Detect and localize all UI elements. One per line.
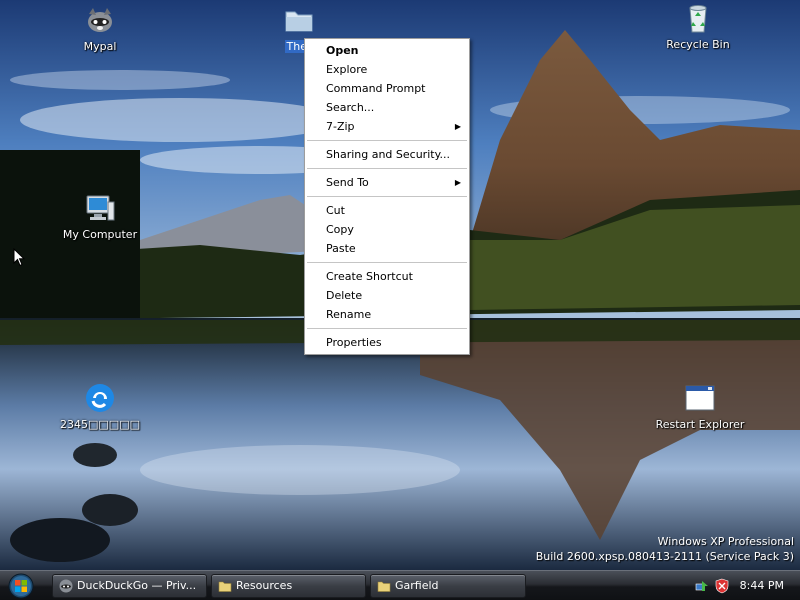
desktop-icon-mypal[interactable]: Mypal bbox=[50, 4, 150, 53]
taskbar-button-label: Resources bbox=[236, 579, 293, 592]
watermark-build: Build 2600.xpsp.080413-2111 (Service Pac… bbox=[535, 550, 794, 563]
taskbar-button-label: DuckDuckGo — Priv... bbox=[77, 579, 197, 592]
menu-separator bbox=[307, 328, 467, 329]
menu-item-command-prompt[interactable]: Command Prompt bbox=[305, 79, 469, 98]
desktop-icon-my-computer[interactable]: My Computer bbox=[50, 192, 150, 241]
ie-browser-icon bbox=[86, 384, 114, 412]
security-shield-icon[interactable] bbox=[714, 578, 730, 594]
menu-item-7zip[interactable]: 7-Zip ▶ bbox=[305, 117, 469, 136]
taskbar-button-garfield[interactable]: Garfield bbox=[370, 574, 526, 598]
menu-item-send-to[interactable]: Send To ▶ bbox=[305, 173, 469, 192]
network-tray-icon[interactable] bbox=[694, 578, 710, 594]
taskbar: DuckDuckGo — Priv... Resources Garfield … bbox=[0, 570, 800, 600]
desktop-icon-recycle-bin[interactable]: Recycle Bin bbox=[648, 2, 748, 51]
desktop-icon-label: Restart Explorer bbox=[655, 418, 745, 431]
menu-item-paste[interactable]: Paste bbox=[305, 239, 469, 258]
menu-separator bbox=[307, 140, 467, 141]
menu-item-delete[interactable]: Delete bbox=[305, 286, 469, 305]
desktop-icon-label: Mypal bbox=[83, 40, 117, 53]
desktop-icon-label: My Computer bbox=[62, 228, 138, 241]
raccoon-app-icon bbox=[88, 8, 112, 32]
desktop-icon-label: Recycle Bin bbox=[666, 38, 730, 51]
recycle-bin-icon bbox=[689, 5, 707, 33]
menu-item-search[interactable]: Search... bbox=[305, 98, 469, 117]
folder-icon bbox=[218, 581, 232, 592]
menu-item-create-shortcut[interactable]: Create Shortcut bbox=[305, 267, 469, 286]
menu-item-properties[interactable]: Properties bbox=[305, 333, 469, 352]
menu-item-sharing-security[interactable]: Sharing and Security... bbox=[305, 145, 469, 164]
menu-item-copy[interactable]: Copy bbox=[305, 220, 469, 239]
computer-icon bbox=[86, 195, 115, 221]
mouse-cursor-icon bbox=[13, 248, 25, 267]
window-app-icon bbox=[685, 385, 715, 411]
menu-item-rename[interactable]: Rename bbox=[305, 305, 469, 324]
folder-icon bbox=[377, 581, 391, 592]
desktop-icon-label: 2345□□□□□ bbox=[60, 418, 140, 431]
desktop-icon-restart-explorer[interactable]: Restart Explorer bbox=[650, 382, 750, 431]
submenu-arrow-icon: ▶ bbox=[454, 122, 461, 131]
desktop-icon-2345-browser[interactable]: 2345□□□□□ bbox=[50, 382, 150, 431]
start-orb-button[interactable] bbox=[4, 572, 38, 600]
context-menu: Open Explore Command Prompt Search... 7-… bbox=[304, 38, 470, 355]
taskbar-button-resources[interactable]: Resources bbox=[211, 574, 366, 598]
system-tray: 8:44 PM bbox=[688, 571, 800, 600]
duckduckgo-icon bbox=[59, 579, 73, 593]
menu-separator bbox=[307, 196, 467, 197]
taskbar-button-duckduckgo[interactable]: DuckDuckGo — Priv... bbox=[52, 574, 207, 598]
menu-separator bbox=[307, 262, 467, 263]
taskbar-button-label: Garfield bbox=[395, 579, 439, 592]
menu-separator bbox=[307, 168, 467, 169]
watermark-edition: Windows XP Professional bbox=[657, 535, 794, 548]
submenu-arrow-icon: ▶ bbox=[454, 178, 461, 187]
taskbar-clock[interactable]: 8:44 PM bbox=[740, 571, 784, 600]
windows-version-watermark: Windows XP Professional Build 2600.xpsp.… bbox=[536, 534, 794, 564]
folder-icon bbox=[285, 11, 313, 32]
menu-item-cut[interactable]: Cut bbox=[305, 201, 469, 220]
menu-item-explore[interactable]: Explore bbox=[305, 60, 469, 79]
menu-item-open[interactable]: Open bbox=[305, 41, 469, 60]
